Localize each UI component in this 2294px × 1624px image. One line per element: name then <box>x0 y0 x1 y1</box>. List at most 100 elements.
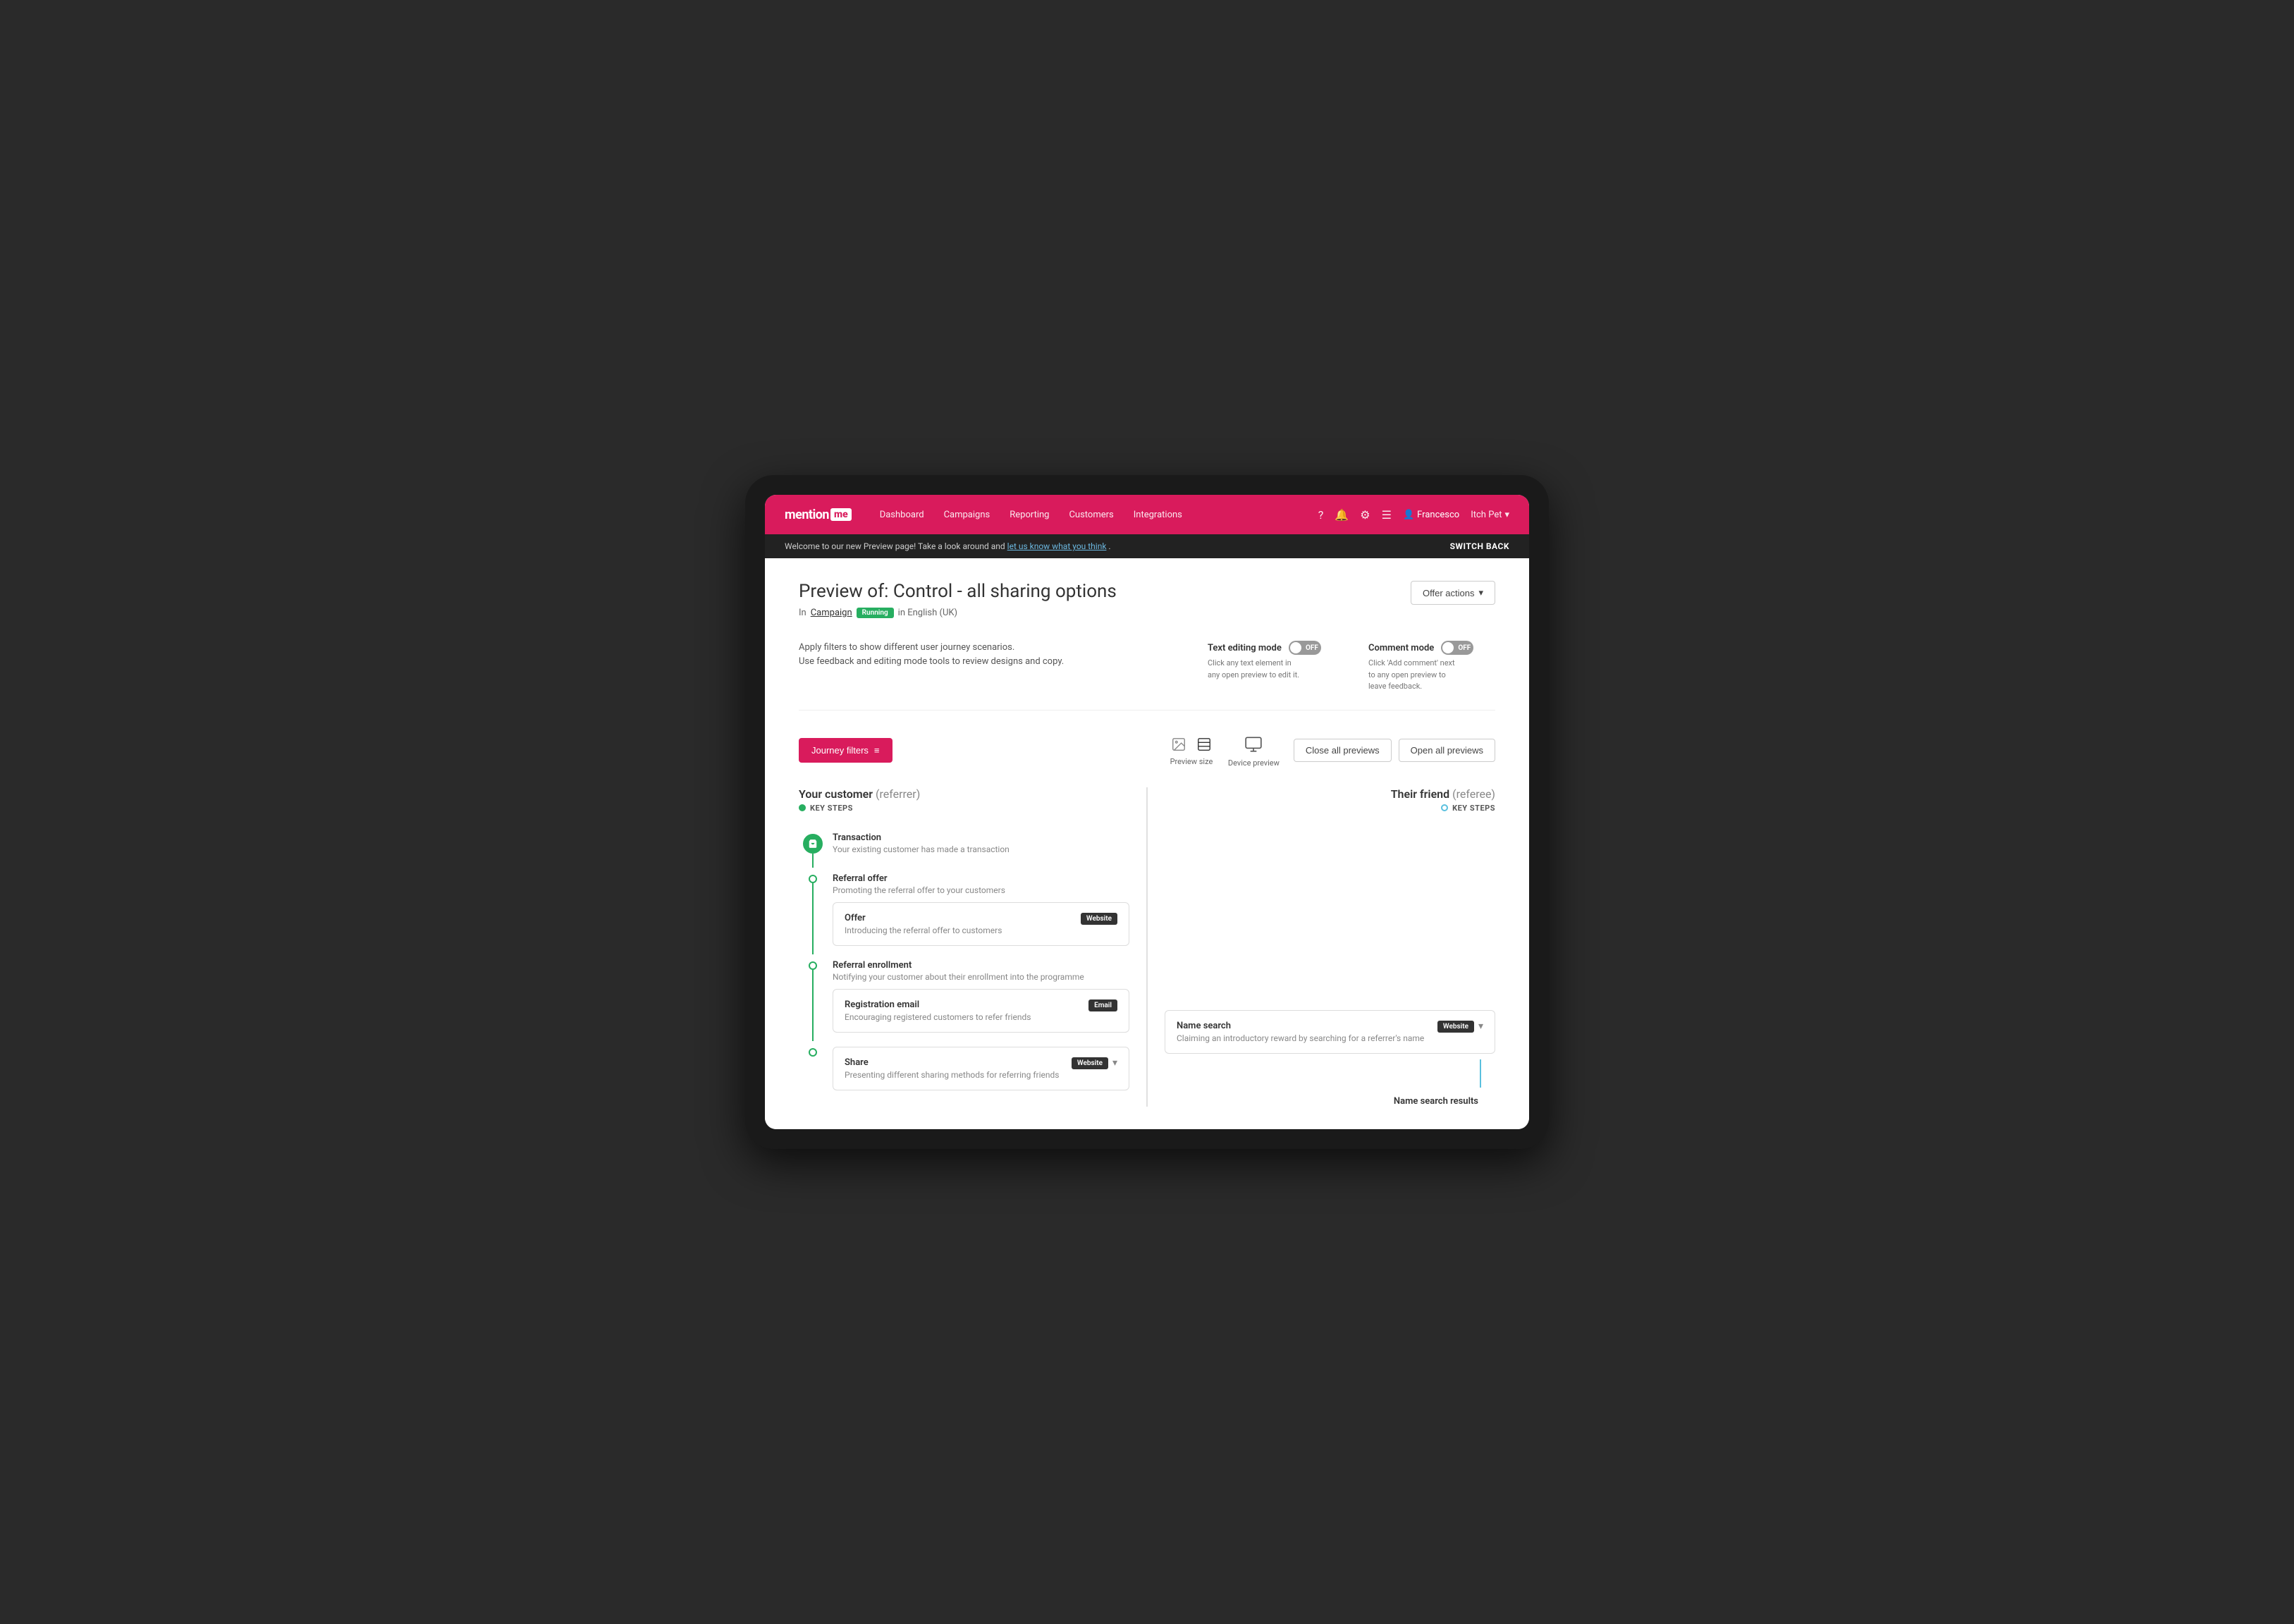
journey-container: Your customer (referrer) KEY STEPS <box>799 787 1495 1107</box>
name-search-text: Name search Claiming an introductory rew… <box>1177 1021 1424 1043</box>
registration-email-card[interactable]: Registration email Encouraging registere… <box>833 989 1129 1033</box>
open-all-previews-button[interactable]: Open all previews <box>1399 739 1495 762</box>
name-search-badges: Website ▾ <box>1437 1021 1483 1033</box>
grid-preview-icon[interactable] <box>1194 734 1214 754</box>
preview-size-section: Preview size <box>1169 734 1214 766</box>
announcement-banner: Welcome to our new Preview page! Take a … <box>765 534 1529 558</box>
referee-steps-container: Name search Claiming an introductory rew… <box>1165 1010 1495 1107</box>
key-steps-dot <box>799 804 806 811</box>
referral-enrollment-step: Referral enrollment Notifying your custo… <box>799 954 1129 1041</box>
offer-card[interactable]: Offer Introducing the referral offer to … <box>833 902 1129 946</box>
nav-integrations[interactable]: Integrations <box>1134 510 1182 520</box>
referral-offer-dot <box>809 875 817 883</box>
key-steps-dot-outline <box>1441 804 1448 811</box>
user-name[interactable]: 👤 Francesco <box>1403 510 1459 520</box>
referrer-title: Your customer (referrer) <box>799 787 1129 801</box>
share-card-badges: Website ▾ <box>1072 1057 1117 1069</box>
journey-filters-button[interactable]: Journey filters ≡ <box>799 738 893 763</box>
filter-icon: ≡ <box>874 745 880 756</box>
chevron-down-icon: ▾ <box>1478 587 1483 598</box>
step-line-col <box>799 868 827 954</box>
referrer-header: Your customer (referrer) KEY STEPS <box>799 787 1129 813</box>
comment-mode-toggle[interactable]: OFF <box>1441 641 1473 655</box>
offer-card-text: Offer Introducing the referral offer to … <box>845 913 1002 935</box>
website-badge: Website <box>1437 1021 1474 1033</box>
toggle-knob <box>1442 642 1454 653</box>
chevron-down-icon[interactable]: ▾ <box>1478 1021 1483 1032</box>
step-line-col <box>799 827 827 868</box>
offer-actions-button[interactable]: Offer actions ▾ <box>1411 581 1495 605</box>
referrer-key-steps: KEY STEPS <box>799 804 1129 813</box>
transaction-step: Transaction Your existing customer has m… <box>799 827 1129 868</box>
share-card[interactable]: Share Presenting different sharing metho… <box>833 1047 1129 1090</box>
name-search-card[interactable]: Name search Claiming an introductory rew… <box>1165 1010 1495 1054</box>
chevron-down-icon: ▾ <box>1504 510 1509 520</box>
website-badge: Website <box>1072 1057 1108 1069</box>
website-badge: Website <box>1081 913 1117 925</box>
step-line <box>812 970 814 1041</box>
accounts-icon[interactable]: ☰ <box>1382 508 1392 522</box>
device-screen: mention me Dashboard Campaigns Reporting… <box>765 495 1529 1129</box>
nav-links: Dashboard Campaigns Reporting Customers … <box>880 510 1318 520</box>
step-line <box>812 883 814 954</box>
image-preview-icon[interactable] <box>1169 734 1189 754</box>
device-preview-section: Device preview <box>1228 733 1280 768</box>
device-preview-label: Device preview <box>1228 758 1280 768</box>
main-content: Preview of: Control - all sharing option… <box>765 558 1529 1129</box>
page-title: Preview of: Control - all sharing option… <box>799 581 1117 602</box>
logo[interactable]: mention me <box>785 508 852 522</box>
notifications-icon[interactable]: 🔔 <box>1335 508 1349 522</box>
mode-description: Apply filters to show different user jou… <box>799 641 1174 693</box>
referral-offer-step: Referral offer Promoting the referral of… <box>799 868 1129 954</box>
user-icon: 👤 <box>1403 510 1414 520</box>
close-all-previews-button[interactable]: Close all previews <box>1294 739 1392 762</box>
logo-text: mention <box>785 508 829 522</box>
close-open-buttons: Close all previews Open all previews <box>1294 739 1495 762</box>
share-card-text: Share Presenting different sharing metho… <box>845 1057 1060 1080</box>
switch-back-button[interactable]: SWITCH BACK <box>1450 541 1509 551</box>
offer-card-badges: Website <box>1081 913 1117 925</box>
referee-column: Their friend (referee) KEY STEPS Name se <box>1146 787 1495 1107</box>
name-search-results: Name search results <box>1165 1096 1495 1107</box>
enrollment-dot <box>809 961 817 970</box>
settings-icon[interactable]: ⚙ <box>1360 508 1370 522</box>
transaction-content: Transaction Your existing customer has m… <box>827 827 1129 868</box>
step-line-col <box>799 954 827 1041</box>
nav-dashboard[interactable]: Dashboard <box>880 510 924 520</box>
share-content: Share Presenting different sharing metho… <box>827 1041 1129 1099</box>
page-title-section: Preview of: Control - all sharing option… <box>799 581 1117 618</box>
running-badge: Running <box>857 608 894 618</box>
nav-reporting[interactable]: Reporting <box>1010 510 1049 520</box>
email-badge: Email <box>1088 999 1117 1011</box>
share-dot <box>809 1048 817 1057</box>
toggle-knob <box>1290 642 1301 653</box>
referee-key-steps: KEY STEPS <box>1165 804 1495 813</box>
monitor-icon[interactable] <box>1242 733 1265 756</box>
toolbar: Journey filters ≡ <box>799 733 1495 768</box>
text-editing-toggle[interactable]: OFF <box>1289 641 1321 655</box>
enrollment-content: Referral enrollment Notifying your custo… <box>827 954 1129 1041</box>
step-line <box>812 854 814 868</box>
banner-link[interactable]: let us know what you think <box>1007 541 1107 551</box>
text-editing-label: Text editing mode OFF <box>1208 641 1335 655</box>
modes-row: Apply filters to show different user jou… <box>799 641 1495 710</box>
comment-mode: Comment mode OFF Click 'Add comment' nex… <box>1368 641 1495 693</box>
email-badge-section: Email <box>1088 999 1117 1011</box>
step-line-col <box>799 1041 827 1099</box>
navigation: mention me Dashboard Campaigns Reporting… <box>765 495 1529 534</box>
share-step: Share Presenting different sharing metho… <box>799 1041 1129 1099</box>
page-subtitle: In Campaign Running in English (UK) <box>799 608 1117 618</box>
referee-header: Their friend (referee) KEY STEPS <box>1165 787 1495 813</box>
referral-offer-content: Referral offer Promoting the referral of… <box>827 868 1129 954</box>
comment-mode-desc: Click 'Add comment' next to any open pre… <box>1368 658 1495 693</box>
preview-size-icons <box>1169 734 1214 754</box>
tenant-name[interactable]: Itch Pet ▾ <box>1471 510 1509 520</box>
nav-campaigns[interactable]: Campaigns <box>944 510 990 520</box>
registration-email-text: Registration email Encouraging registere… <box>845 999 1031 1022</box>
logo-box: me <box>830 508 852 521</box>
chevron-down-icon[interactable]: ▾ <box>1112 1057 1117 1069</box>
campaign-link[interactable]: Campaign <box>811 608 852 618</box>
referee-title: Their friend (referee) <box>1165 787 1495 801</box>
help-icon[interactable]: ? <box>1318 508 1324 522</box>
nav-customers[interactable]: Customers <box>1069 510 1113 520</box>
